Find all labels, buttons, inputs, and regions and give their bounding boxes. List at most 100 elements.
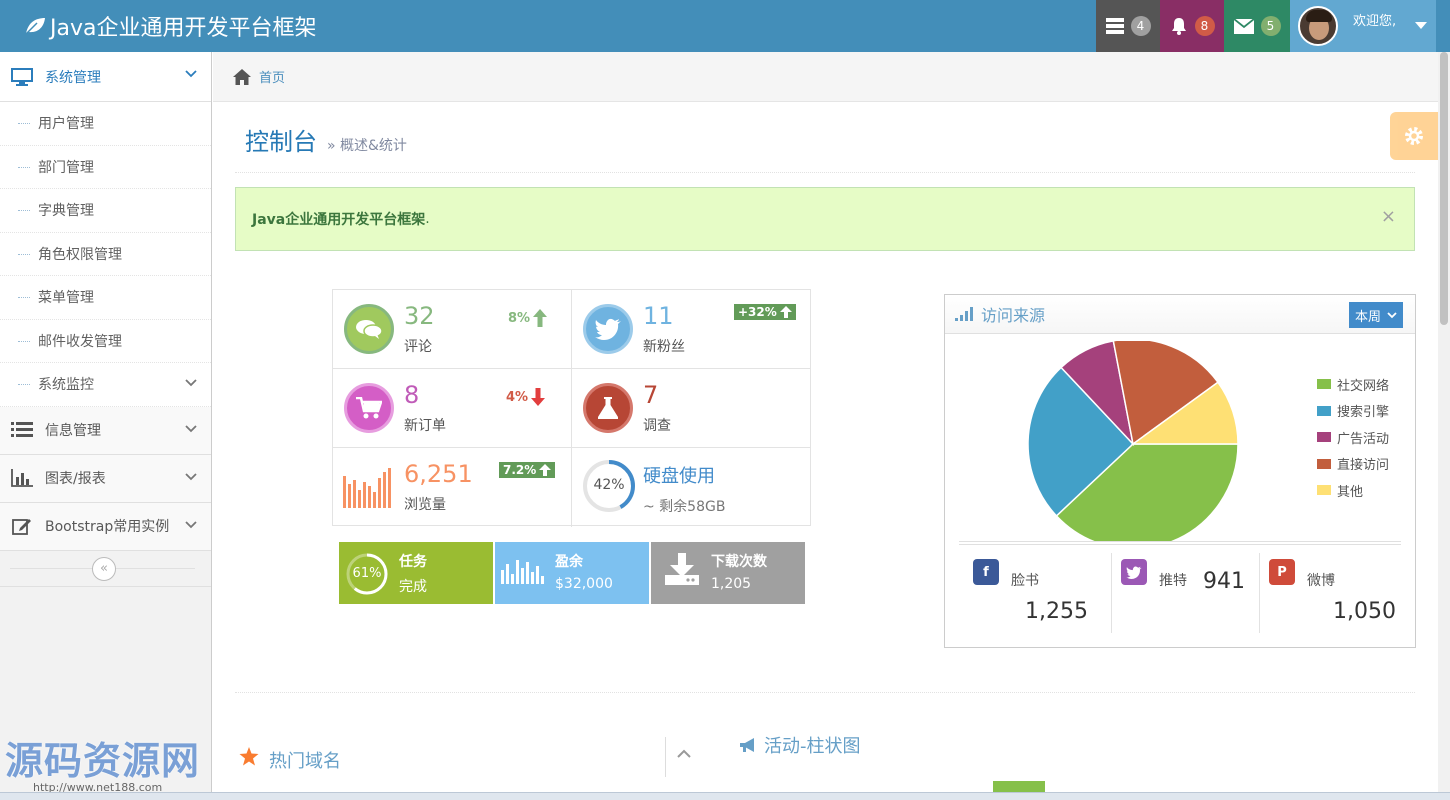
notifications-badge: 8 xyxy=(1194,16,1215,36)
stat-number: 6,251 xyxy=(404,460,473,488)
tasks-badge: 4 xyxy=(1130,16,1151,36)
popular-domains-widget: 热门域名 xyxy=(235,737,707,800)
signal-icon xyxy=(955,307,973,321)
legend-item: 其他 xyxy=(1317,477,1389,504)
sidebar-item-label: 菜单管理 xyxy=(38,290,94,307)
bullhorn-icon xyxy=(740,738,754,752)
sidebar-item-departments[interactable]: 部门管理 xyxy=(0,146,211,189)
comments-icon xyxy=(356,320,383,339)
range-dropdown[interactable]: 本周 xyxy=(1348,302,1403,328)
bar-sparkline-icon xyxy=(501,560,544,584)
user-menu[interactable]: 欢迎您, xyxy=(1290,0,1436,52)
home-icon xyxy=(233,68,251,85)
watermark: 源码资源网 http://www.net188.com xyxy=(5,730,200,794)
sidebar-item-menus[interactable]: 菜单管理 xyxy=(0,276,211,320)
tile-balance[interactable]: 盈余 $32,000 xyxy=(495,542,649,604)
tile-sub: 完成 xyxy=(399,579,427,595)
tasks-icon xyxy=(1105,18,1124,34)
social-pinterest: P 微博 1,050 xyxy=(1255,555,1405,635)
chevron-down-icon xyxy=(185,424,197,432)
sidebar-item-bootstrap[interactable]: Bootstrap常用实例 xyxy=(0,502,211,551)
chevron-down-icon xyxy=(185,379,197,387)
tasks-button[interactable]: 4 xyxy=(1096,0,1160,52)
social-stats: f 脸书 1,255 推特 941 P 微博 1,050 xyxy=(959,541,1401,633)
collapse-button[interactable]: « xyxy=(92,556,116,581)
tile-tasks[interactable]: 61% 任务 完成 xyxy=(339,542,493,604)
sidebar-item-label: 图表/报表 xyxy=(45,471,106,487)
tile-title: 盈余 xyxy=(555,554,583,570)
sidebar-item-charts[interactable]: 图表/报表 xyxy=(0,454,211,503)
envelope-icon xyxy=(1233,18,1254,34)
sidebar-collapse: « xyxy=(0,551,211,587)
scrollbar[interactable] xyxy=(1438,52,1450,792)
tile-downloads[interactable]: 下载次数 1,205 xyxy=(651,542,805,604)
top-navbar: Java企业通用开发平台框架 4 8 5 欢迎您, xyxy=(0,0,1450,52)
legend-label: 搜索引擎 xyxy=(1337,405,1390,421)
gear-icon xyxy=(1405,127,1423,145)
sidebar-item-label: 部门管理 xyxy=(38,159,94,176)
traffic-pie-chart xyxy=(1027,341,1239,541)
social-name: 微博 xyxy=(1307,573,1335,589)
sidebar-item-label: 系统监控 xyxy=(38,377,94,394)
legend-label: 社交网络 xyxy=(1337,378,1390,394)
bell-icon xyxy=(1171,18,1186,35)
bar-chart-icon xyxy=(11,469,33,487)
sparkline-bars xyxy=(343,468,391,508)
chevron-down-icon xyxy=(185,70,197,78)
stat-change: 4% xyxy=(506,388,546,406)
sidebar-item-mail[interactable]: 邮件收发管理 xyxy=(0,320,211,363)
sidebar-item-label: 用户管理 xyxy=(38,116,94,133)
welcome-text: 欢迎您, xyxy=(1353,13,1397,29)
sidebar-item-label: 邮件收发管理 xyxy=(38,333,122,350)
social-name: 推特 xyxy=(1159,573,1187,589)
tile-sub: 1,205 xyxy=(711,576,752,592)
arrow-down-icon xyxy=(531,388,546,406)
stat-disk: 42% 硬盘使用 ~ 剩余58GB xyxy=(572,448,811,527)
stat-label: 新粉丝 xyxy=(643,339,685,355)
stat-number: 8 xyxy=(404,381,420,409)
breadcrumb: 首页 xyxy=(213,52,1438,102)
stat-change: 7.2% xyxy=(499,462,556,478)
sidebar-item-dictionary[interactable]: 字典管理 xyxy=(0,189,211,233)
chevron-down-icon xyxy=(185,520,197,528)
brand[interactable]: Java企业通用开发平台框架 xyxy=(24,10,316,42)
stat-label: 新订单 xyxy=(404,418,446,434)
stat-pageviews: 6,251 浏览量 7.2% xyxy=(333,448,572,527)
stat-comments: 32 评论 8% xyxy=(333,290,572,369)
flask-icon xyxy=(598,397,618,419)
stat-change-text: 4% xyxy=(506,389,529,405)
notifications-button[interactable]: 8 xyxy=(1160,0,1224,52)
stat-surveys: 7 调查 xyxy=(572,369,811,448)
chevron-up-icon[interactable] xyxy=(677,749,691,759)
sidebar-item-roles[interactable]: 角色权限管理 xyxy=(0,233,211,276)
messages-button[interactable]: 5 xyxy=(1224,0,1290,52)
submenu: 用户管理 部门管理 字典管理 角色权限管理 菜单管理 邮件收发管理 系统监控 xyxy=(0,102,211,407)
legend-item: 广告活动 xyxy=(1317,424,1389,451)
stat-number: 32 xyxy=(404,302,435,330)
alert-dot: . xyxy=(425,211,430,227)
stat-orders: 8 新订单 4% xyxy=(333,369,572,448)
breadcrumb-home[interactable]: 首页 xyxy=(259,67,285,86)
legend-label: 直接访问 xyxy=(1337,458,1390,474)
tile-title: 任务 xyxy=(399,554,427,570)
avatar xyxy=(1298,6,1338,46)
settings-button[interactable] xyxy=(1390,112,1438,160)
stat-change-text: +32% xyxy=(738,305,777,319)
page-header: 控制台 » 概述&统计 xyxy=(245,122,407,157)
arrow-up-icon xyxy=(539,464,552,476)
stat-number: 7 xyxy=(643,381,659,409)
close-icon[interactable]: × xyxy=(1381,206,1396,227)
sidebar-item-info[interactable]: 信息管理 xyxy=(0,406,211,455)
twitter-icon xyxy=(1121,559,1147,585)
caret-down-icon xyxy=(1415,22,1428,29)
sidebar-item-monitor[interactable]: 系统监控 xyxy=(0,363,211,407)
sidebar-item-system[interactable]: 系统管理 xyxy=(0,52,211,102)
stat-change-text: 8% xyxy=(508,310,531,326)
sidebar-item-users[interactable]: 用户管理 xyxy=(0,102,211,146)
disk-label: 硬盘使用 xyxy=(643,466,715,487)
stat-label: 评论 xyxy=(404,339,432,355)
download-icon xyxy=(665,553,699,585)
disk-remaining: ~ 剩余58GB xyxy=(643,499,726,515)
chevron-down-icon xyxy=(1387,311,1397,318)
widget-title: 活动-柱状图 xyxy=(764,736,861,757)
